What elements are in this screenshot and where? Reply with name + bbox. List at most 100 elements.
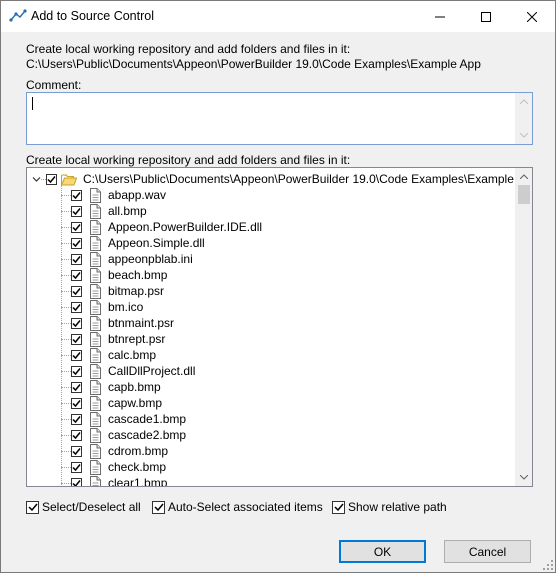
file-checkbox[interactable] <box>71 269 82 281</box>
file-icon <box>90 363 101 379</box>
comment-label: Comment: <box>26 78 82 92</box>
tree-scrollbar[interactable] <box>515 168 532 486</box>
file-checkbox[interactable] <box>71 237 82 249</box>
file-label: abapp.wav <box>108 188 167 202</box>
file-icon <box>90 427 101 443</box>
file-icon <box>90 235 101 251</box>
ok-button[interactable]: OK <box>339 540 426 563</box>
tree-file-row[interactable]: clear1.bmp <box>27 475 515 487</box>
tree-file-row[interactable]: all.bmp <box>27 203 515 219</box>
tree-file-row[interactable]: Appeon.PowerBuilder.IDE.dll <box>27 219 515 235</box>
tree-file-row[interactable]: Appeon.Simple.dll <box>27 235 515 251</box>
file-icon <box>90 203 101 219</box>
file-checkbox[interactable] <box>71 429 82 441</box>
file-icon <box>90 267 101 283</box>
file-label: btnrept.psr <box>108 332 166 346</box>
file-label: calc.bmp <box>108 348 157 362</box>
file-checkbox[interactable] <box>71 413 82 425</box>
tree-file-row[interactable]: bitmap.psr <box>27 283 515 299</box>
scroll-up-icon[interactable] <box>516 93 532 110</box>
file-label: Appeon.Simple.dll <box>108 236 205 250</box>
file-label: bitmap.psr <box>108 284 165 298</box>
select-all-checkbox[interactable] <box>26 500 39 514</box>
file-label: beach.bmp <box>108 268 168 282</box>
file-icon <box>90 187 101 203</box>
close-button[interactable] <box>509 1 555 32</box>
file-checkbox[interactable] <box>71 381 82 393</box>
file-icon <box>90 459 101 475</box>
tree-file-row[interactable]: capb.bmp <box>27 379 515 395</box>
relative-path-label: Show relative path <box>348 500 447 514</box>
tree-file-row[interactable]: abapp.wav <box>27 187 515 203</box>
file-tree[interactable]: C:\Users\Public\Documents\Appeon\PowerBu… <box>26 167 533 487</box>
header-label: Create local working repository and add … <box>26 42 351 56</box>
root-folder-label: C:\Users\Public\Documents\Appeon\PowerBu… <box>83 172 533 186</box>
file-label: cascade1.bmp <box>108 412 187 426</box>
file-label: cascade2.bmp <box>108 428 187 442</box>
minimize-icon <box>435 16 445 17</box>
tree-root-row[interactable]: C:\Users\Public\Documents\Appeon\PowerBu… <box>27 171 532 187</box>
file-checkbox[interactable] <box>71 205 82 217</box>
minimize-button[interactable] <box>417 1 463 32</box>
tree-file-row[interactable]: cascade1.bmp <box>27 411 515 427</box>
tree-file-row[interactable]: appeonpblab.ini <box>27 251 515 267</box>
tree-label: Create local working repository and add … <box>26 153 351 167</box>
file-label: all.bmp <box>108 204 147 218</box>
relative-path-option[interactable]: Show relative path <box>332 500 447 514</box>
scroll-down-icon[interactable] <box>516 127 532 144</box>
select-all-option[interactable]: Select/Deselect all <box>26 500 141 514</box>
tree-file-row[interactable]: capw.bmp <box>27 395 515 411</box>
tree-file-row[interactable]: CallDllProject.dll <box>27 363 515 379</box>
file-label: check.bmp <box>108 460 167 474</box>
file-icon <box>90 475 101 486</box>
scroll-down-icon[interactable] <box>516 469 532 486</box>
dialog-window: Add to Source Control Create local worki… <box>0 0 556 573</box>
file-checkbox[interactable] <box>71 189 82 201</box>
file-label: clear1.bmp <box>108 476 168 487</box>
file-icon <box>90 299 101 315</box>
cancel-button[interactable]: Cancel <box>444 540 531 563</box>
file-checkbox[interactable] <box>71 397 82 409</box>
tree-file-row[interactable]: check.bmp <box>27 459 515 475</box>
file-checkbox[interactable] <box>71 461 82 473</box>
file-checkbox[interactable] <box>71 445 82 457</box>
file-label: cdrom.bmp <box>108 444 169 458</box>
tree-file-row[interactable]: cascade2.bmp <box>27 427 515 443</box>
auto-select-option[interactable]: Auto-Select associated items <box>152 500 323 514</box>
file-icon <box>90 395 101 411</box>
chevron-down-icon[interactable] <box>32 175 41 184</box>
file-checkbox[interactable] <box>71 365 82 377</box>
auto-select-checkbox[interactable] <box>152 500 165 514</box>
file-label: CallDllProject.dll <box>108 364 196 378</box>
file-checkbox[interactable] <box>71 285 82 297</box>
file-icon <box>90 443 101 459</box>
file-checkbox[interactable] <box>71 477 82 486</box>
file-checkbox[interactable] <box>71 349 82 361</box>
comment-scrollbar[interactable] <box>515 93 532 144</box>
root-checkbox[interactable] <box>46 173 57 185</box>
tree-file-row[interactable]: bm.ico <box>27 299 515 315</box>
maximize-icon <box>481 11 491 22</box>
maximize-button[interactable] <box>463 1 509 32</box>
file-checkbox[interactable] <box>71 317 82 329</box>
source-control-icon <box>9 9 27 22</box>
repository-path: C:\Users\Public\Documents\Appeon\PowerBu… <box>26 57 481 71</box>
tree-file-row[interactable]: btnrept.psr <box>27 331 515 347</box>
file-checkbox[interactable] <box>71 333 82 345</box>
tree-file-row[interactable]: beach.bmp <box>27 267 515 283</box>
comment-input[interactable] <box>26 92 533 145</box>
tree-file-row[interactable]: calc.bmp <box>27 347 515 363</box>
file-icon <box>90 379 101 395</box>
file-checkbox[interactable] <box>71 221 82 233</box>
resize-grip-icon[interactable] <box>543 560 553 570</box>
folder-open-icon <box>61 174 77 185</box>
tree-file-row[interactable]: btnmaint.psr <box>27 315 515 331</box>
relative-path-checkbox[interactable] <box>332 500 345 514</box>
file-checkbox[interactable] <box>71 301 82 313</box>
scroll-up-icon[interactable] <box>516 168 532 185</box>
text-caret <box>32 97 33 110</box>
file-checkbox[interactable] <box>71 253 82 265</box>
select-all-label: Select/Deselect all <box>42 500 141 514</box>
tree-file-row[interactable]: cdrom.bmp <box>27 443 515 459</box>
scroll-thumb[interactable] <box>518 185 530 204</box>
